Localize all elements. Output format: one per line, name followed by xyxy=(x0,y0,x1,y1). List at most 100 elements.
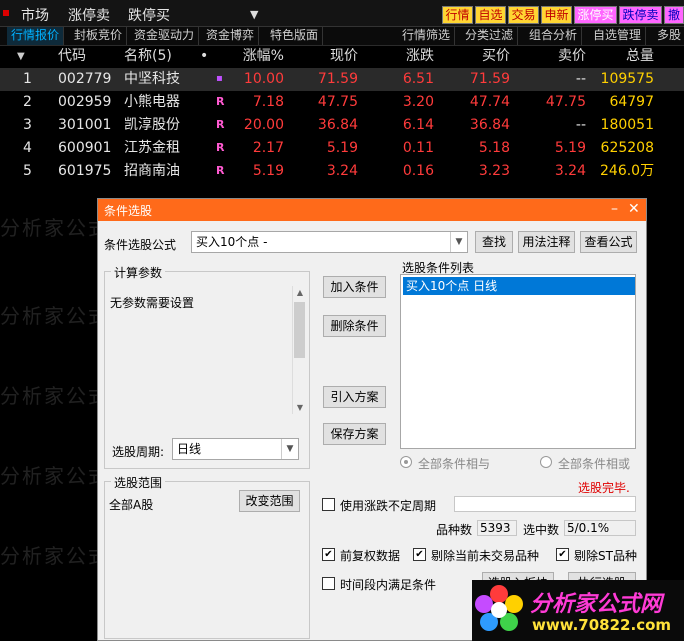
site-logo: 分析家公式网 www.70822.com xyxy=(472,580,684,641)
price: 3.24 xyxy=(326,163,358,179)
tab-quote-filter[interactable]: 行情筛选 xyxy=(398,27,456,45)
tab-portfolio-analysis[interactable]: 组合分析 xyxy=(525,27,583,45)
pre-adjust-checkbox[interactable]: ✔ xyxy=(322,548,335,561)
ask-price: 5.19 xyxy=(554,140,586,156)
menu-item-limit-up-sell[interactable]: 涨停卖 xyxy=(68,5,110,25)
pre-adjust-label: 前复权数据 xyxy=(340,549,401,563)
stock-name: 江苏金租 xyxy=(124,140,180,156)
tab-quote[interactable]: 行情报价 xyxy=(7,27,65,45)
scroll-down-icon[interactable]: ▼ xyxy=(293,403,307,412)
use-period-checkbox[interactable] xyxy=(322,498,335,511)
tab-capital-game[interactable]: 资金博弈 xyxy=(202,27,260,45)
stock-code: 002779 xyxy=(58,71,112,87)
period-input[interactable] xyxy=(454,496,636,512)
col-header-name[interactable]: 名称(5) xyxy=(124,46,172,67)
params-group-title: 计算参数 xyxy=(111,264,166,281)
bid-price: 47.74 xyxy=(469,94,510,110)
view-formula-button[interactable]: 查看公式 xyxy=(580,231,637,253)
or-label: 全部条件相或 xyxy=(558,457,631,471)
tab-feature-layout[interactable]: 特色版面 xyxy=(266,27,324,45)
col-header-code[interactable]: 代码 xyxy=(58,46,86,67)
stock-code: 601975 xyxy=(58,163,112,179)
tab-capital-drive[interactable]: 资金驱动力 xyxy=(130,27,200,45)
pct-change: 20.00 xyxy=(243,117,284,133)
params-scrollbar[interactable]: ▲ ▼ xyxy=(292,286,306,414)
condition-list[interactable]: 买入10个点 日线 xyxy=(400,274,636,449)
tab-category-filter[interactable]: 分类过滤 xyxy=(461,27,519,45)
bid-price: 71.59 xyxy=(469,71,510,87)
find-button[interactable]: 查找 xyxy=(475,231,513,253)
usage-notes-button[interactable]: 用法注释 xyxy=(518,231,575,253)
delete-condition-button[interactable]: 删除条件 xyxy=(323,315,386,337)
ask-price: 47.75 xyxy=(545,94,586,110)
table-row[interactable]: 1 002779 中坚科技 ▪ 10.00 71.59 6.51 71.59 -… xyxy=(0,68,684,91)
volume: 625208 xyxy=(600,140,654,156)
add-condition-button[interactable]: 加入条件 xyxy=(323,276,386,298)
table-row[interactable]: 4 600901 江苏金租 R 2.17 5.19 0.11 5.18 5.19… xyxy=(0,137,684,160)
minimize-icon[interactable]: – xyxy=(611,201,618,217)
tab-seal-bidding[interactable]: 封板竞价 xyxy=(70,27,128,45)
row-index: 2 xyxy=(23,94,32,110)
col-header-pct-change[interactable]: 涨幅% xyxy=(222,46,284,67)
formula-select[interactable]: 买入10个点 - ▼ xyxy=(191,231,468,253)
sort-icon[interactable]: ▼ xyxy=(17,46,25,67)
scroll-thumb[interactable] xyxy=(294,302,305,358)
volume: 109575 xyxy=(600,71,654,87)
exclude-untraded-checkbox[interactable]: ✔ xyxy=(413,548,426,561)
menu-dropdown-icon[interactable]: ▼ xyxy=(250,8,258,21)
quick-button-watchlist[interactable]: 自选 xyxy=(475,6,506,24)
logo-title: 分析家公式网 xyxy=(530,592,663,617)
col-header-flag[interactable]: • xyxy=(200,46,208,67)
chevron-down-icon[interactable]: ▼ xyxy=(281,439,298,459)
quick-button-new-issue[interactable]: 申新 xyxy=(541,6,572,24)
table-row[interactable]: 3 301001 凯淳股份 R 20.00 36.84 6.14 36.84 -… xyxy=(0,114,684,137)
quick-button-limit-down-sell[interactable]: 跌停卖 xyxy=(619,6,662,24)
quick-button-trade[interactable]: 交易 xyxy=(508,6,539,24)
change-scope-button[interactable]: 改变范围 xyxy=(239,490,300,512)
col-header-change[interactable]: 涨跌 xyxy=(380,46,434,67)
stock-name: 中坚科技 xyxy=(124,71,180,87)
and-radio[interactable] xyxy=(400,456,412,468)
count-label: 品种数 xyxy=(436,523,473,537)
table-row[interactable]: 5 601975 招商南油 R 5.19 3.24 0.16 3.23 3.24… xyxy=(0,160,684,183)
quick-button-quote[interactable]: 行情 xyxy=(442,6,473,24)
status-text: 选股完毕. xyxy=(578,481,630,495)
list-item[interactable]: 买入10个点 日线 xyxy=(403,277,635,295)
exclude-st-checkbox[interactable]: ✔ xyxy=(556,548,569,561)
row-index: 4 xyxy=(23,140,32,156)
change: 6.51 xyxy=(402,71,434,87)
dialog-titlebar[interactable]: 条件选股 – ✕ xyxy=(98,199,646,221)
pct-change: 7.18 xyxy=(252,94,284,110)
period-select[interactable]: 日线 ▼ xyxy=(172,438,299,460)
or-radio[interactable] xyxy=(540,456,552,468)
tab-multi-stock[interactable]: 多股 xyxy=(653,27,684,45)
logo-url: www.70822.com xyxy=(532,616,672,634)
col-header-ask[interactable]: 卖价 xyxy=(526,46,586,67)
quick-button-cancel[interactable]: 撤 xyxy=(664,6,684,24)
stock-name: 凯淳股份 xyxy=(124,117,180,133)
col-header-price[interactable]: 现价 xyxy=(300,46,358,67)
scroll-up-icon[interactable]: ▲ xyxy=(293,288,307,297)
time-condition-checkbox[interactable] xyxy=(322,577,335,590)
stock-name: 小熊电器 xyxy=(124,94,180,110)
stock-code: 600901 xyxy=(58,140,112,156)
import-plan-button[interactable]: 引入方案 xyxy=(323,386,386,408)
formula-label: 条件选股公式 xyxy=(104,238,177,252)
change: 6.14 xyxy=(402,117,434,133)
menu-item-limit-down-buy[interactable]: 跌停买 xyxy=(128,5,170,25)
save-plan-button[interactable]: 保存方案 xyxy=(323,423,386,445)
stock-code: 002959 xyxy=(58,94,112,110)
period-label: 选股周期: xyxy=(112,445,165,459)
scope-value: 全部A股 xyxy=(109,498,154,512)
close-icon[interactable]: ✕ xyxy=(628,201,640,217)
volume: 64797 xyxy=(609,94,654,110)
col-header-volume[interactable]: 总量 xyxy=(600,46,654,67)
tab-watchlist-manage[interactable]: 自选管理 xyxy=(589,27,647,45)
menu-item-market[interactable]: 市场 xyxy=(21,5,49,25)
chevron-down-icon[interactable]: ▼ xyxy=(450,232,467,252)
ask-price: -- xyxy=(575,71,586,87)
col-header-bid[interactable]: 买价 xyxy=(450,46,510,67)
quick-button-limit-up-buy[interactable]: 涨停买 xyxy=(574,6,617,24)
table-row[interactable]: 2 002959 小熊电器 R 7.18 47.75 3.20 47.74 47… xyxy=(0,91,684,114)
formula-value: 买入10个点 - xyxy=(196,235,268,249)
